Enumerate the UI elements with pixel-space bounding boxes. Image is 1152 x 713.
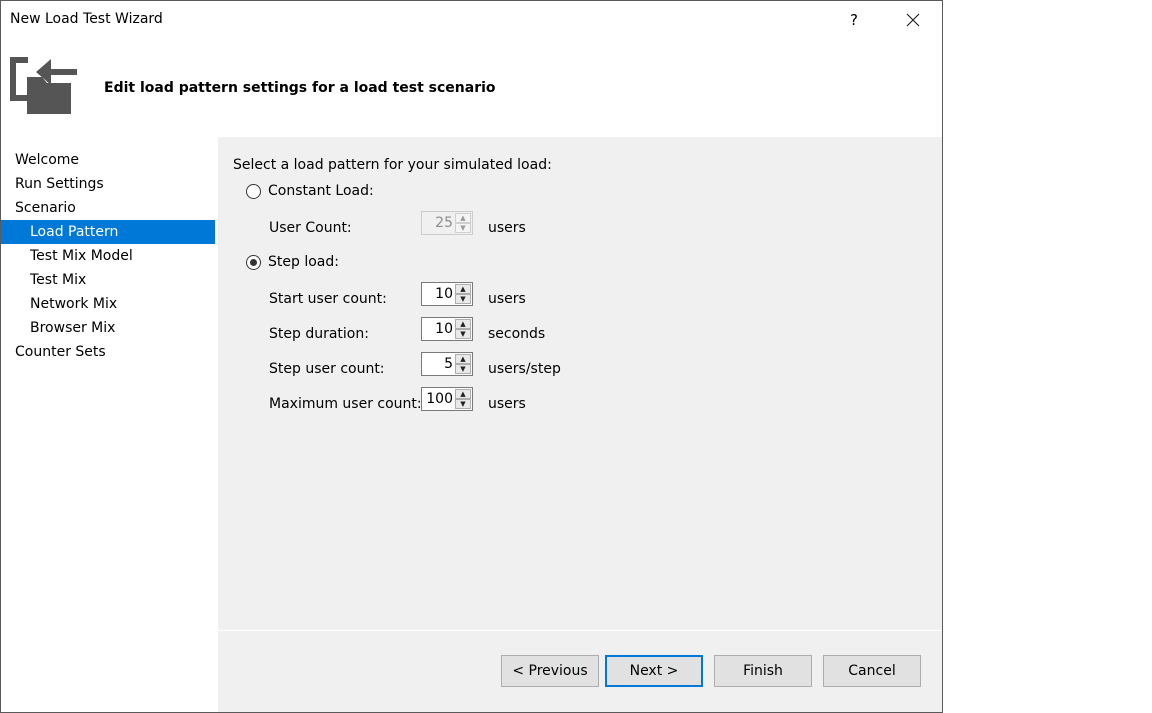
close-button[interactable] [890, 1, 936, 39]
nav-item-welcome[interactable]: Welcome [1, 148, 215, 172]
decrement-arrow-icon[interactable]: ▼ [455, 329, 471, 339]
finish-button[interactable]: Finish [714, 655, 812, 687]
maximum-user-count-label: Maximum user count: [269, 396, 422, 412]
increment-arrow-icon[interactable]: ▲ [455, 354, 471, 364]
nav-item-run-settings[interactable]: Run Settings [1, 172, 215, 196]
help-icon: ? [850, 11, 858, 29]
wizard-step-list: Welcome Run Settings Scenario Load Patte… [1, 148, 215, 364]
increment-arrow-icon[interactable]: ▲ [455, 389, 471, 399]
page-title: Edit load pattern settings for a load te… [104, 80, 496, 96]
step-duration-label: Step duration: [269, 326, 369, 342]
title-bar[interactable]: New Load Test Wizard ? [1, 1, 942, 39]
increment-arrow-icon[interactable]: ▲ [455, 319, 471, 329]
step-load-option[interactable]: Step load: [246, 254, 339, 270]
load-pattern-prompt: Select a load pattern for your simulated… [233, 157, 552, 173]
next-button[interactable]: Next > [605, 655, 703, 687]
help-button[interactable]: ? [831, 1, 877, 39]
user-count-label: User Count: [269, 220, 352, 236]
nav-item-counter-sets[interactable]: Counter Sets [1, 340, 215, 364]
maximum-user-count-value: 100 [426, 391, 453, 407]
step-user-count-unit: users/step [488, 361, 561, 377]
user-count-unit: users [488, 220, 526, 236]
maximum-user-count-stepper[interactable]: 100 ▲ ▼ [421, 387, 473, 411]
nav-item-load-pattern[interactable]: Load Pattern [1, 220, 215, 244]
decrement-arrow-icon[interactable]: ▼ [455, 364, 471, 374]
decrement-arrow-icon[interactable]: ▼ [455, 223, 471, 233]
increment-arrow-icon[interactable]: ▲ [455, 284, 471, 294]
step-duration-stepper[interactable]: 10 ▲ ▼ [421, 317, 473, 341]
start-user-count-value: 10 [435, 286, 453, 302]
decrement-arrow-icon[interactable]: ▼ [455, 294, 471, 304]
step-load-radio[interactable] [246, 254, 261, 270]
close-icon [906, 13, 920, 27]
user-count-value: 25 [435, 215, 453, 231]
load-test-wizard-icon [10, 57, 77, 114]
nav-item-browser-mix[interactable]: Browser Mix [1, 316, 215, 340]
user-count-stepper[interactable]: 25 ▲ ▼ [421, 211, 473, 235]
step-duration-unit: seconds [488, 326, 546, 342]
start-user-count-label: Start user count: [269, 291, 387, 307]
step-user-count-stepper[interactable]: 5 ▲ ▼ [421, 352, 473, 376]
constant-load-option[interactable]: Constant Load: [246, 183, 374, 199]
previous-button[interactable]: < Previous [501, 655, 599, 687]
constant-load-label: Constant Load: [268, 183, 374, 199]
step-user-count-label: Step user count: [269, 361, 385, 377]
cancel-button[interactable]: Cancel [823, 655, 921, 687]
decrement-arrow-icon[interactable]: ▼ [455, 399, 471, 409]
nav-item-test-mix[interactable]: Test Mix [1, 268, 215, 292]
start-user-count-unit: users [488, 291, 526, 307]
step-user-count-value: 5 [444, 356, 453, 372]
nav-item-scenario[interactable]: Scenario [1, 196, 215, 220]
step-load-label: Step load: [268, 254, 339, 270]
increment-arrow-icon[interactable]: ▲ [455, 213, 471, 223]
nav-item-network-mix[interactable]: Network Mix [1, 292, 215, 316]
nav-item-test-mix-model[interactable]: Test Mix Model [1, 244, 215, 268]
load-pattern-panel: Select a load pattern for your simulated… [218, 137, 942, 630]
constant-load-radio[interactable] [246, 183, 261, 199]
step-duration-value: 10 [435, 321, 453, 337]
maximum-user-count-unit: users [488, 396, 526, 412]
start-user-count-stepper[interactable]: 10 ▲ ▼ [421, 282, 473, 306]
window-title: New Load Test Wizard [10, 11, 163, 27]
wizard-window: New Load Test Wizard ? Edit load pattern… [0, 0, 943, 713]
